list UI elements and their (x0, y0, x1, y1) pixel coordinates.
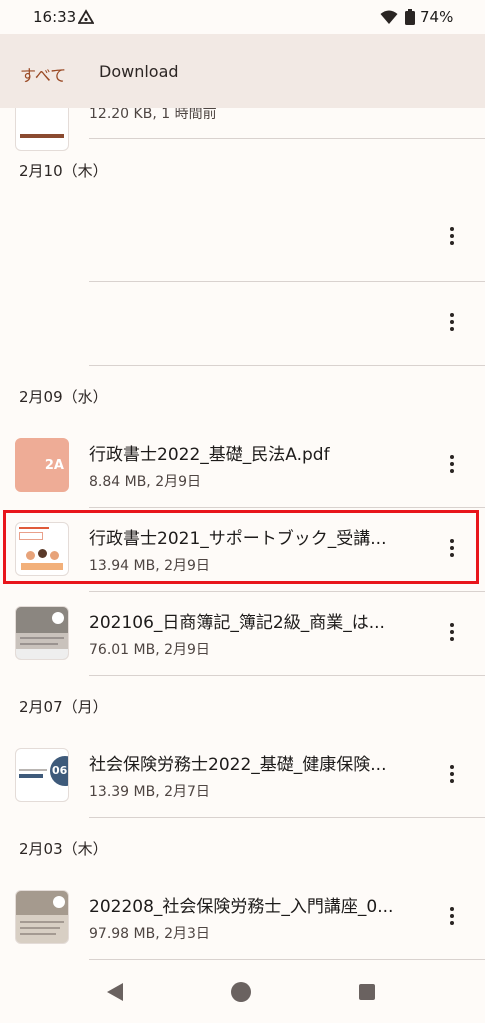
divider (89, 959, 485, 960)
file-title: 202208_社会保険労務士_入門講座_0... (89, 897, 394, 917)
file-title: 行政書士2022_基礎_民法A.pdf (89, 445, 330, 465)
status-bar: 16:33 74% (0, 0, 485, 34)
file-thumbnail: 2A (15, 438, 69, 492)
section-date: 2月10（木） (19, 162, 108, 180)
section-date: 2月09（水） (19, 388, 108, 406)
file-list[interactable]: 12.20 KB, 1 時間前 2月10（木） 2月09（水） 2A 行政書士2… (0, 108, 485, 961)
battery-percent: 74% (420, 8, 454, 26)
more-options-icon[interactable] (440, 452, 464, 480)
tab-header: すべて Download (0, 34, 485, 108)
list-item[interactable]: 2A 行政書士2022_基礎_民法A.pdf 8.84 MB, 2月9日 (0, 424, 485, 508)
divider (89, 365, 485, 366)
file-thumbnail: 06 (15, 748, 69, 802)
section-date: 2月03（木） (19, 840, 108, 858)
list-item[interactable] (0, 196, 485, 280)
file-meta: 8.84 MB, 2月9日 (89, 474, 202, 490)
file-thumbnail (15, 890, 69, 944)
more-options-icon[interactable] (440, 762, 464, 790)
more-options-icon[interactable] (440, 620, 464, 648)
list-item[interactable] (0, 282, 485, 366)
divider (89, 675, 485, 676)
divider (89, 817, 485, 818)
more-options-icon[interactable] (440, 310, 464, 338)
file-thumbnail (15, 108, 69, 151)
system-nav-bar (0, 961, 485, 1023)
more-options-icon[interactable] (440, 224, 464, 252)
back-icon[interactable] (107, 983, 123, 1001)
file-title: 社会保険労務士2022_基礎_健康保険... (89, 755, 387, 775)
tab-all[interactable]: すべて (20, 62, 66, 86)
wifi-icon (380, 10, 398, 24)
tab-download[interactable]: Download (99, 62, 179, 81)
status-time: 16:33 (33, 8, 77, 26)
divider (89, 138, 485, 139)
list-item[interactable]: 06 社会保険労務士2022_基礎_健康保険... 13.39 MB, 2月7日 (0, 734, 485, 818)
list-item[interactable]: 202106_日商簿記_簿記2級_商業_は... 76.01 MB, 2月9日 (0, 592, 485, 676)
more-options-icon[interactable] (440, 904, 464, 932)
thumbnail-label: 2A (44, 458, 64, 473)
file-title: 202106_日商簿記_簿記2級_商業_は... (89, 613, 385, 633)
file-meta: 97.98 MB, 2月3日 (89, 926, 210, 942)
selection-highlight (3, 510, 479, 584)
file-meta: 76.01 MB, 2月9日 (89, 642, 210, 658)
list-item[interactable]: 202208_社会保険労務士_入門講座_0... 97.98 MB, 2月3日 (0, 876, 485, 960)
section-date: 2月07（月） (19, 698, 108, 716)
battery-icon (405, 9, 415, 25)
file-meta: 13.39 MB, 2月7日 (89, 784, 210, 800)
recents-icon[interactable] (359, 984, 375, 1000)
home-icon[interactable] (231, 982, 251, 1002)
triangle-notification-icon (78, 9, 94, 24)
file-meta: 12.20 KB, 1 時間前 (89, 108, 217, 122)
file-thumbnail (15, 606, 69, 660)
thumbnail-label: 06 (52, 764, 68, 777)
